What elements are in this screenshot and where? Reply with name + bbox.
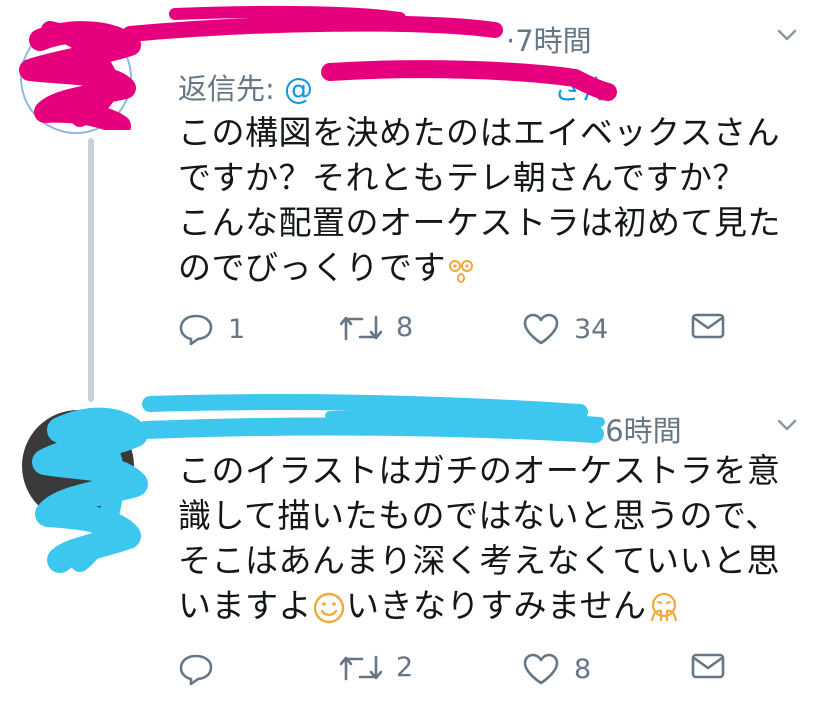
tweet-line: いますよ — [178, 586, 312, 625]
mail-icon — [691, 313, 725, 339]
surprised-emoji-icon — [449, 259, 473, 283]
tweet-text: このイラストはガチのオーケストラを意 識して描いたものではないと思うので、 そこ… — [178, 448, 818, 628]
like-count: 34 — [574, 313, 609, 345]
timestamp[interactable]: ·6時間 — [596, 414, 682, 448]
chevron-down-icon[interactable] — [774, 412, 800, 438]
reply-icon — [179, 654, 213, 686]
retweet-icon — [340, 315, 382, 340]
tweet-header: x·7時間 — [176, 18, 592, 60]
avatar[interactable] — [20, 22, 132, 134]
reply-handle[interactable]: @ — [284, 72, 313, 106]
mail-icon — [691, 653, 725, 679]
timestamp[interactable]: ·7時間 — [506, 24, 592, 58]
reply-icon — [179, 314, 213, 346]
tweet-line-last: いますよ いきなりすみません — [178, 583, 818, 628]
tweet-2[interactable]: x·6時間 このイラストはガチのオーケストラを意 識して描いたものではないと思う… — [0, 390, 832, 720]
redacted-name[interactable]: x — [176, 24, 506, 58]
tweet-1[interactable]: x·7時間 返信先: @ さん この構図を決めたのはエイベックスさん ですか？それ… — [0, 0, 832, 402]
retweet-count: 8 — [396, 312, 414, 343]
dm-button[interactable] — [690, 312, 726, 340]
reply-to: 返信先: @ さん — [178, 66, 611, 108]
tweet-line: このイラストはガチのオーケストラを意 — [178, 451, 781, 490]
like-count: 8 — [574, 653, 592, 685]
reply-button[interactable]: 1 — [178, 312, 245, 346]
action-bar: 2 8 — [178, 652, 738, 692]
retweet-count: 2 — [396, 652, 414, 683]
heart-icon — [523, 653, 559, 685]
tweet-text: この構図を決めたのはエイベックスさん ですか？それともテレ朝さんですか？ こんな… — [178, 110, 808, 290]
tweet-line: ですか？それともテレ朝さんですか？ — [178, 158, 746, 197]
tweet-line: この構図を決めたのはエイベックスさん — [178, 113, 781, 152]
thread-line — [88, 138, 94, 402]
heart-icon — [523, 313, 559, 345]
dm-button[interactable] — [690, 652, 726, 680]
tweet-line: いきなりすみません — [346, 586, 647, 625]
reply-suffix[interactable]: さん — [553, 72, 611, 106]
retweet-icon — [340, 655, 382, 680]
retweet-button[interactable]: 2 — [340, 652, 413, 683]
tweet-line: そこはあんまり深く考えなくていいと思 — [178, 541, 781, 580]
tweet-line: こんな配置のオーケストラは初めて見た — [178, 203, 781, 242]
tweet-header: x·6時間 — [176, 408, 682, 450]
tweet-line: 識して描いたものではないと思うので、 — [178, 496, 779, 535]
reply-label: 返信先: — [178, 72, 275, 106]
like-button[interactable]: 8 — [522, 652, 591, 686]
reply-button[interactable] — [178, 652, 228, 686]
smile-emoji-icon — [313, 592, 345, 623]
reply-count: 1 — [228, 313, 246, 345]
like-button[interactable]: 34 — [522, 312, 608, 346]
tweet-line: のでびっくりです — [178, 248, 446, 287]
chevron-down-icon[interactable] — [774, 22, 800, 48]
avatar[interactable] — [22, 410, 134, 522]
facepalm-emoji-icon — [650, 592, 677, 621]
action-bar: 1 8 34 — [178, 312, 738, 352]
tweet-line-last: のでびっくりです — [178, 245, 808, 290]
redacted-name[interactable]: x — [176, 414, 596, 448]
retweet-button[interactable]: 8 — [340, 312, 413, 343]
